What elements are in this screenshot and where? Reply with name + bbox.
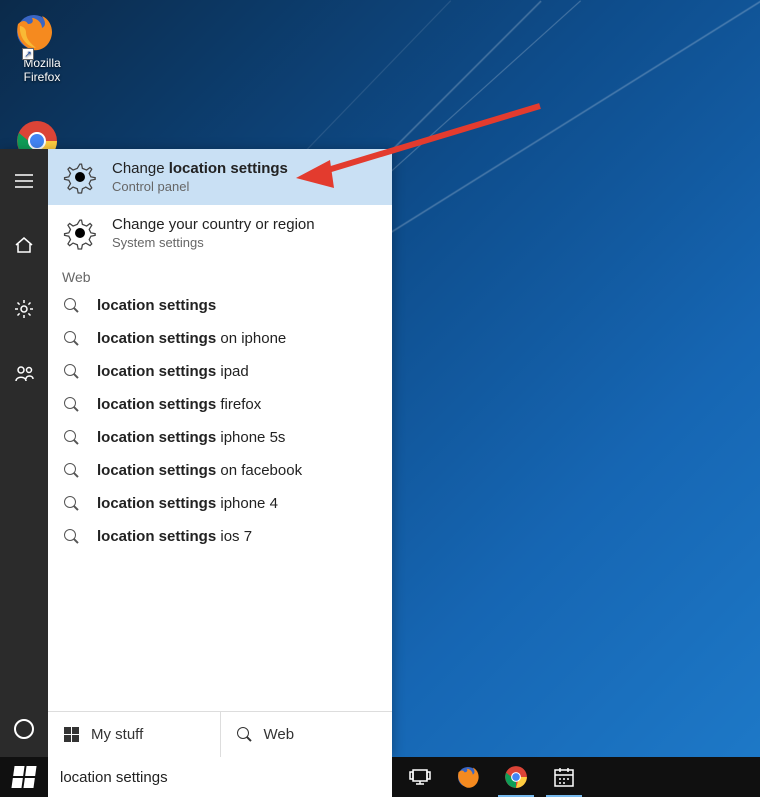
hamburger-button[interactable] <box>0 161 48 201</box>
tab-label: My stuff <box>91 726 143 743</box>
taskbar-app-calendar[interactable] <box>540 757 588 797</box>
start-button[interactable] <box>0 757 48 797</box>
feedback-button[interactable] <box>0 353 48 393</box>
web-suggestion[interactable]: location settings ipad <box>48 355 392 388</box>
chrome-icon <box>504 765 528 789</box>
result-change-country-region[interactable]: Change your country or region System set… <box>48 205 392 261</box>
taskbar <box>0 757 760 797</box>
search-icon <box>64 430 79 445</box>
result-title: Change your country or region <box>112 216 315 233</box>
cortana-rail <box>0 149 48 757</box>
home-button[interactable] <box>0 225 48 265</box>
web-suggestion[interactable]: location settings firefox <box>48 388 392 421</box>
search-icon <box>64 529 79 544</box>
windows-logo-icon <box>11 766 36 788</box>
result-title: Change location settings <box>112 160 288 177</box>
tab-label: Web <box>264 726 295 743</box>
web-suggestion[interactable]: location settings iphone 5s <box>48 421 392 454</box>
taskbar-search-box[interactable] <box>48 757 392 797</box>
search-icon <box>64 364 79 379</box>
firefox-icon <box>12 10 56 54</box>
search-input[interactable] <box>60 769 380 786</box>
settings-rail-button[interactable] <box>0 289 48 329</box>
gear-icon <box>14 299 34 319</box>
desktop-shortcut-label: Mozilla Firefox <box>12 56 72 84</box>
desktop-shortcut-firefox[interactable]: ↗ Mozilla Firefox <box>12 10 72 84</box>
task-view-icon <box>409 769 431 785</box>
search-icon <box>64 331 79 346</box>
search-icon <box>64 463 79 478</box>
cortana-search-panel: Change location settings Control panel C… <box>0 149 392 757</box>
result-change-location-settings[interactable]: Change location settings Control panel <box>48 149 392 205</box>
web-suggestion[interactable]: location settings on facebook <box>48 454 392 487</box>
cortana-results: Change location settings Control panel C… <box>48 149 392 757</box>
task-view-button[interactable] <box>396 757 444 797</box>
web-suggestion[interactable]: location settings <box>48 289 392 322</box>
search-icon <box>64 397 79 412</box>
firefox-icon <box>455 764 481 790</box>
web-suggestion[interactable]: location settings on iphone <box>48 322 392 355</box>
web-suggestion[interactable]: location settings iphone 4 <box>48 487 392 520</box>
hamburger-icon <box>15 174 33 188</box>
result-subtitle: System settings <box>112 235 315 250</box>
web-suggestion[interactable]: location settings ios 7 <box>48 520 392 553</box>
taskbar-app-firefox[interactable] <box>444 757 492 797</box>
cortana-button[interactable] <box>0 709 48 749</box>
feedback-icon <box>14 364 34 382</box>
taskbar-app-chrome[interactable] <box>492 757 540 797</box>
gear-icon <box>62 215 98 251</box>
home-icon <box>14 236 34 254</box>
search-icon <box>64 496 79 511</box>
search-icon <box>64 298 79 313</box>
tab-web[interactable]: Web <box>221 712 393 757</box>
tab-my-stuff[interactable]: My stuff <box>48 712 221 757</box>
cortana-ring-icon <box>14 719 34 739</box>
shortcut-arrow-badge: ↗ <box>22 48 34 60</box>
web-section-header: Web <box>48 261 392 289</box>
windows-icon <box>64 727 79 742</box>
search-icon <box>237 727 252 742</box>
gear-icon <box>62 159 98 195</box>
result-subtitle: Control panel <box>112 179 288 194</box>
cortana-scope-tabs: My stuff Web <box>48 711 392 757</box>
calendar-icon <box>553 766 575 788</box>
